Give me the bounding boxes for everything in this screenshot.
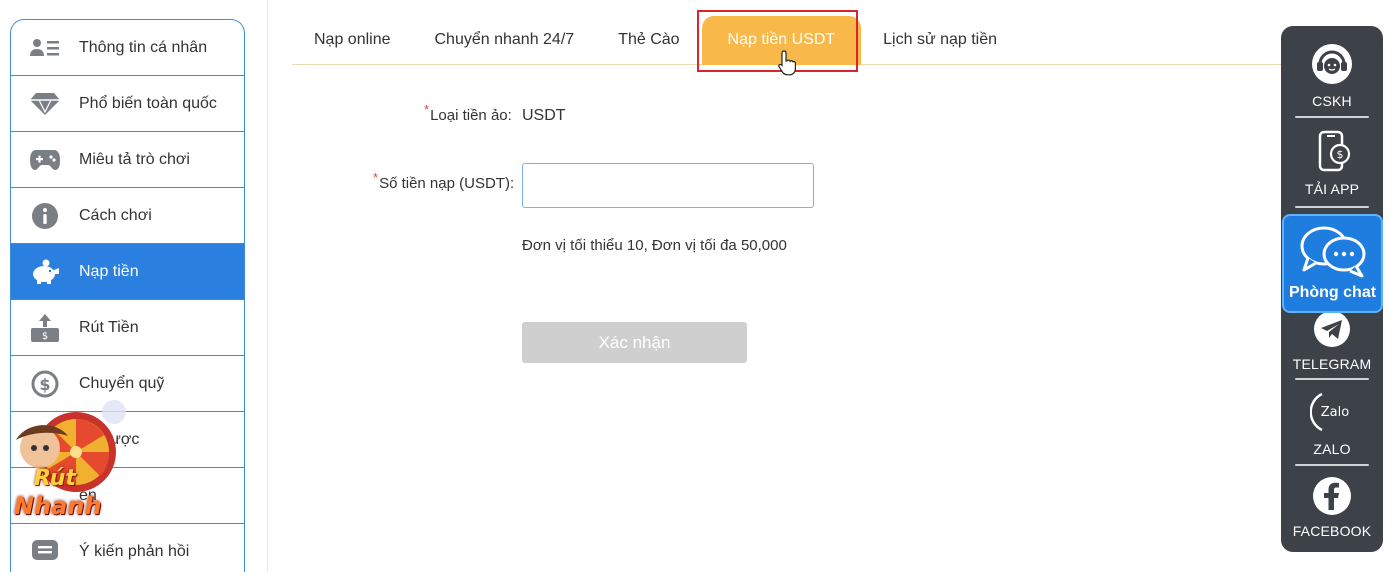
tab-deposit-history[interactable]: Lịch sử nạp tiền	[861, 16, 1019, 65]
sidebar-item-label: Cách chơi	[79, 206, 152, 224]
currency-type-label: *Loại tiền ảo:	[424, 102, 512, 124]
contact-download-app[interactable]: $ TẢI APP	[1281, 130, 1383, 197]
tab-scratch-card[interactable]: Thẻ Cào	[596, 16, 701, 65]
contact-separator	[1295, 378, 1369, 380]
tab-online-deposit[interactable]: Nạp online	[292, 16, 413, 65]
contact-support[interactable]: CSKH	[1281, 42, 1383, 109]
svg-text:$: $	[42, 331, 48, 342]
svg-text:$: $	[39, 375, 50, 394]
required-mark: *	[424, 102, 430, 117]
phone-download-icon: $	[1318, 130, 1351, 172]
contact-label: TELEGRAM	[1292, 356, 1372, 372]
deposit-amount-input[interactable]	[522, 163, 814, 208]
sidebar-item-label: Chuyển quỹ	[79, 374, 165, 392]
support-agent-icon	[1312, 44, 1352, 84]
promo-line1: Rút	[34, 466, 76, 491]
withdraw-icon: $	[29, 312, 61, 344]
zalo-icon: Zalo	[1309, 392, 1349, 432]
chat-room-button[interactable]: Phòng chat	[1282, 214, 1383, 313]
info-icon	[29, 200, 61, 232]
hand-cursor-icon	[778, 50, 796, 76]
chat-bubbles-icon	[1300, 226, 1366, 278]
sidebar-item-feedback[interactable]: Ý kiến phản hồi	[11, 524, 244, 572]
chat-room-label: Phòng chat	[1288, 284, 1377, 301]
sidebar-item-nationwide[interactable]: Phổ biến toàn quốc	[11, 76, 244, 132]
sidebar-item-label: Phổ biến toàn quốc	[79, 94, 217, 112]
sidebar-item-label: Ý kiến phản hồi	[79, 542, 190, 560]
sidebar-item-withdraw[interactable]: $ Rút Tiền	[11, 300, 244, 356]
contact-separator	[1295, 206, 1369, 208]
contact-label: TẢI APP	[1304, 181, 1360, 197]
zalo-glyph: Zalo	[1321, 405, 1349, 420]
sidebar-item-label: Rút Tiền	[79, 318, 139, 336]
contact-telegram[interactable]: TELEGRAM	[1281, 309, 1383, 372]
diamond-icon	[29, 88, 61, 120]
sidebar-item-label: Miêu tả trò chơi	[79, 150, 190, 168]
sidebar-item-label: Nạp tiền	[79, 262, 139, 280]
currency-type-value: USDT	[522, 107, 566, 124]
contact-label: FACEBOOK	[1292, 523, 1372, 539]
promo-line2: Nhanh	[14, 492, 102, 520]
user-card-icon	[29, 32, 61, 64]
svg-text:$: $	[1337, 148, 1344, 161]
deposit-limit-hint: Đơn vị tối thiểu 10, Đơn vị tối đa 50,00…	[522, 237, 787, 254]
content-divider	[267, 0, 268, 572]
contact-separator	[1295, 116, 1369, 118]
gamepad-icon	[29, 144, 61, 176]
contact-label: ZALO	[1313, 441, 1351, 457]
contact-separator	[1295, 464, 1369, 466]
sidebar-item-deposit[interactable]: Nạp tiền	[11, 244, 244, 300]
telegram-icon	[1314, 311, 1350, 347]
sidebar-item-how-to-play[interactable]: Cách chơi	[11, 188, 244, 244]
facebook-icon	[1313, 477, 1351, 515]
tab-fast-transfer[interactable]: Chuyển nhanh 24/7	[413, 16, 597, 65]
confirm-button[interactable]: Xác nhận	[522, 322, 747, 363]
sidebar-item-label: Thông tin cá nhân	[79, 38, 208, 56]
contact-label: CSKH	[1312, 93, 1352, 109]
sidebar-item-game-description[interactable]: Miêu tả trò chơi	[11, 132, 244, 188]
deposit-amount-label: *Số tiền nạp (USDT):	[373, 170, 515, 192]
piggy-bank-icon	[29, 256, 61, 288]
deposit-method-tabs: Nạp online Chuyển nhanh 24/7 Thẻ Cào Nạp…	[292, 15, 1368, 65]
quick-withdraw-promo-badge[interactable]: Rút Nhanh	[4, 400, 130, 530]
contact-facebook[interactable]: FACEBOOK	[1281, 476, 1383, 539]
required-mark: *	[373, 170, 379, 185]
feedback-icon	[29, 536, 61, 568]
contact-zalo[interactable]: Zalo ZALO	[1281, 390, 1383, 457]
sidebar-item-personal-info[interactable]: Thông tin cá nhân	[11, 20, 244, 76]
dollar-circle-icon: $	[29, 368, 61, 400]
